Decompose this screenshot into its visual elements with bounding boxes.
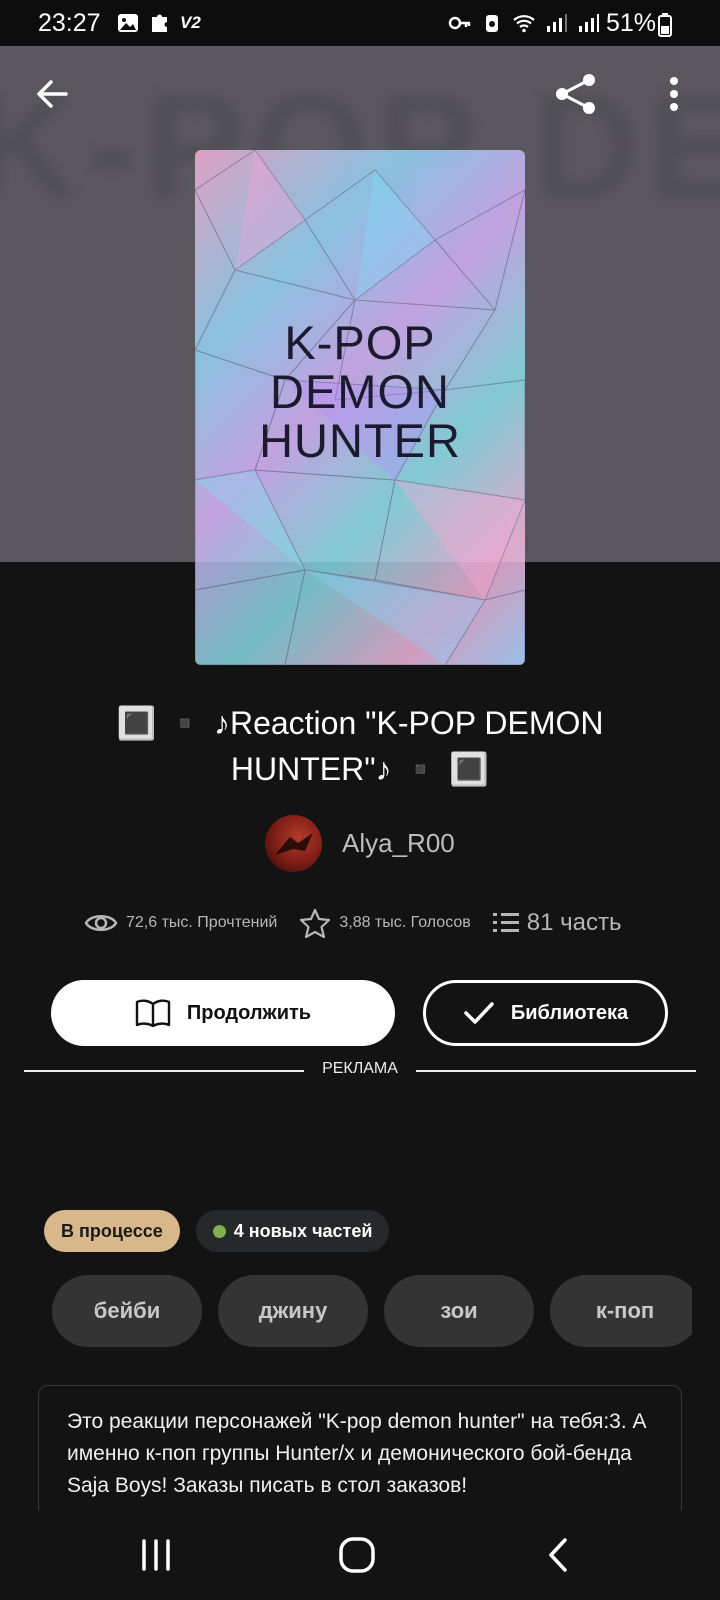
cleaner-icon bbox=[486, 15, 498, 32]
share-button[interactable] bbox=[552, 70, 600, 118]
status-badge: В процессе bbox=[44, 1210, 180, 1252]
signal-icon bbox=[579, 14, 599, 32]
book-icon bbox=[135, 999, 171, 1028]
recent-apps-button[interactable] bbox=[126, 1530, 186, 1580]
library-button[interactable]: Библиотека bbox=[423, 980, 668, 1046]
tags-row: бейби джину зои к-поп bbox=[52, 1275, 692, 1347]
story-description: Это реакции персонажей "K-pop demon hunt… bbox=[38, 1385, 682, 1510]
chevron-left-icon bbox=[549, 1538, 567, 1572]
puzzle-icon bbox=[152, 14, 167, 32]
image-icon bbox=[118, 14, 138, 32]
tag-chip[interactable]: бейби bbox=[52, 1275, 202, 1347]
continue-reading-button[interactable]: Продолжить bbox=[51, 980, 395, 1046]
battery-icon bbox=[658, 13, 672, 37]
more-vertical-icon bbox=[670, 77, 678, 111]
system-navigation-bar bbox=[0, 1510, 720, 1600]
status-badges: В процессе 4 новых частей bbox=[44, 1210, 390, 1252]
signal-icon bbox=[547, 14, 567, 32]
status-badge-label: В процессе bbox=[61, 1220, 163, 1241]
ad-separator: РЕКЛАМА bbox=[24, 1060, 696, 1084]
cover-title-line: K-POP bbox=[284, 316, 436, 369]
more-options-button[interactable] bbox=[650, 70, 698, 118]
star-icon bbox=[300, 908, 331, 938]
wifi-icon bbox=[513, 15, 535, 33]
story-cover[interactable]: K-POP DEMON HUNTER bbox=[195, 150, 525, 665]
cover-title: K-POP DEMON HUNTER bbox=[195, 318, 525, 465]
tag-chip[interactable]: к-поп bbox=[550, 1275, 692, 1347]
home-icon bbox=[339, 1537, 375, 1573]
author-avatar bbox=[265, 815, 322, 872]
battery-text: 51% bbox=[605, 9, 656, 37]
author-link[interactable]: Alya_R00 bbox=[265, 815, 455, 872]
recent-apps-icon bbox=[142, 1539, 170, 1571]
back-button[interactable] bbox=[28, 70, 76, 118]
tag-chip[interactable]: джину bbox=[218, 1275, 368, 1347]
share-icon bbox=[556, 74, 595, 114]
library-label: Библиотека bbox=[510, 1001, 629, 1024]
key-icon bbox=[448, 16, 471, 30]
ad-label: РЕКЛАМА bbox=[308, 1060, 412, 1077]
new-indicator-dot bbox=[212, 1224, 226, 1238]
new-parts-badge: 4 новых частей bbox=[195, 1210, 390, 1252]
reads-stat: 72,6 тыс. Прочтений bbox=[84, 911, 277, 935]
eye-icon bbox=[84, 915, 118, 931]
author-name: Alya_R00 bbox=[342, 828, 455, 858]
list-icon bbox=[492, 913, 519, 932]
votes-count: 3,88 тыс. Голосов bbox=[339, 914, 471, 931]
cover-title-line: DEMON bbox=[270, 365, 450, 418]
checkmark-icon bbox=[464, 1002, 494, 1024]
v2-icon: V2 bbox=[180, 13, 201, 32]
story-title: 🔳 ▪️ ♪Reaction "K-POP DEMON HUNTER"♪ ▪️ … bbox=[116, 705, 604, 787]
status-time: 23:27 bbox=[38, 9, 101, 37]
story-stats: 72,6 тыс. Прочтений 3,88 тыс. Голосов 81… bbox=[84, 908, 644, 938]
back-nav-button[interactable] bbox=[528, 1530, 588, 1580]
tag-chip[interactable]: зои bbox=[384, 1275, 534, 1347]
new-parts-label: 4 новых частей bbox=[233, 1220, 373, 1241]
arrow-left-icon bbox=[37, 80, 68, 108]
parts-stat[interactable]: 81 часть bbox=[492, 909, 622, 937]
home-button[interactable] bbox=[327, 1530, 387, 1580]
parts-count: 81 часть bbox=[526, 909, 622, 936]
votes-stat: 3,88 тыс. Голосов bbox=[299, 908, 471, 938]
cover-title-line: HUNTER bbox=[259, 414, 461, 467]
reads-count: 72,6 тыс. Прочтений bbox=[126, 914, 278, 931]
continue-label: Продолжить bbox=[186, 1001, 312, 1024]
status-bar: 23:27 V2 51% bbox=[0, 0, 720, 46]
